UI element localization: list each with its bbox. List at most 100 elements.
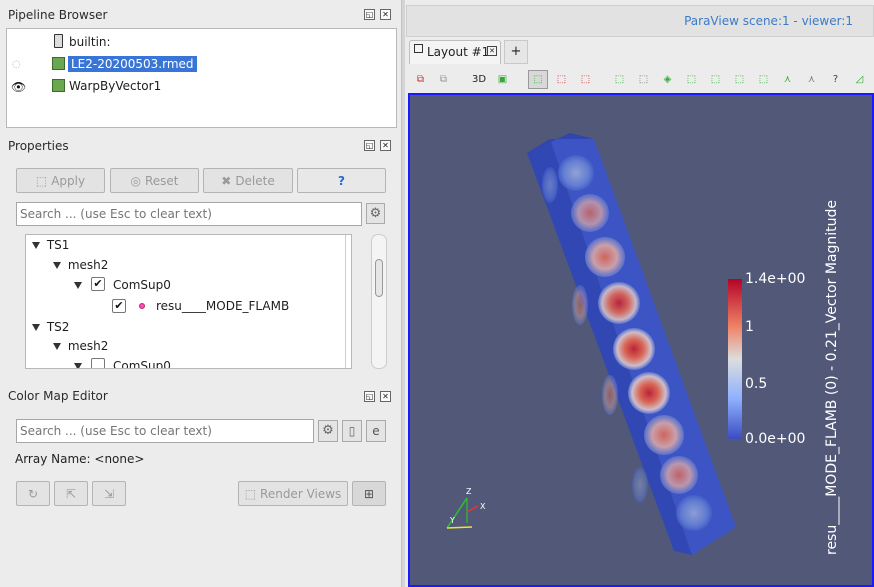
tree-item-comsup0-2[interactable]: ComSup0 — [113, 359, 171, 368]
select-block-icon[interactable]: ⬚ — [636, 72, 651, 87]
hover-points-icon[interactable]: ⬚ — [684, 72, 699, 87]
grow-selection-icon[interactable]: ⬚ — [708, 72, 723, 87]
auto-apply-icon[interactable]: ⊞ — [352, 481, 386, 506]
close-panel-icon[interactable]: ✕ — [380, 140, 391, 151]
delete-icon: ✖ — [221, 173, 232, 188]
open-folder-icon[interactable]: ⇲ — [92, 481, 126, 506]
render-views-button[interactable]: ⬚ Render Views — [238, 481, 348, 506]
close-panel-icon[interactable]: ✕ — [380, 391, 391, 402]
float-panel-icon[interactable]: ◱ — [364, 391, 375, 402]
tree-item-ts2[interactable]: TS2 — [47, 320, 70, 334]
render-views-label: Render Views — [260, 486, 342, 501]
pipeline-item-le2-rmed[interactable]: LE2-20200503.rmed — [68, 56, 197, 72]
eye-visible-icon[interactable]: 👁 — [11, 80, 26, 94]
hover-cells-icon[interactable]: ? — [828, 72, 843, 87]
restore-defaults-icon[interactable]: e — [366, 420, 386, 442]
properties-scrollbar[interactable] — [371, 234, 387, 369]
split-view-icon[interactable]: ⧉ — [413, 72, 428, 87]
render-canvas — [446, 133, 742, 555]
gear-icon[interactable]: ⚙ — [366, 203, 385, 224]
checkbox-comsup0[interactable]: ✔ — [91, 277, 105, 291]
axis-label-z: Z — [466, 487, 472, 496]
edit-icon[interactable]: ⇱ — [54, 481, 88, 506]
pipeline-item-builtin[interactable]: builtin: — [69, 35, 111, 49]
legend-title: resu____MODE_FLAMB (0) - 0.21_Vector Mag… — [824, 199, 840, 555]
expand-arrow-icon[interactable] — [53, 343, 61, 350]
interactive-select-icon[interactable]: ⬚ — [528, 70, 548, 89]
gear-icon[interactable]: ⚙ — [318, 420, 338, 442]
legend-tick-1: 1 — [745, 319, 754, 335]
axis-label-y: Y — [450, 516, 455, 525]
properties-tree: TS1 mesh2 ✔ ComSup0 ✔ resu____MODE_FLAMB… — [25, 234, 352, 369]
delete-label: Delete — [235, 173, 275, 188]
tree-item-mesh2[interactable]: mesh2 — [68, 258, 109, 272]
layout-icon — [414, 44, 423, 53]
source-cube-icon — [52, 57, 65, 70]
expand-arrow-icon[interactable] — [74, 363, 82, 368]
axis-label-x: X — [480, 502, 486, 511]
tree-item-mesh2-2[interactable]: mesh2 — [68, 339, 109, 353]
eye-hidden-icon[interactable]: ◌ — [12, 59, 21, 70]
color-legend-bar — [728, 279, 742, 439]
refresh-icon[interactable]: ↻ — [16, 481, 50, 506]
expand-arrow-icon[interactable] — [32, 242, 40, 249]
pipeline-item-warpbyvector[interactable]: WarpByVector1 — [69, 79, 161, 93]
checkbox-comsup0-2[interactable] — [91, 358, 105, 368]
pipeline-browser-title: Pipeline Browser — [8, 8, 108, 22]
select-points-icon[interactable]: ⬚ — [578, 72, 593, 87]
viewer-header: ParaView scene:1 - viewer:1 — [406, 5, 874, 37]
float-panel-icon[interactable]: ◱ — [364, 140, 375, 151]
tab-label: Layout #1 — [427, 45, 490, 59]
camera-capture-icon[interactable]: ▣ — [495, 72, 510, 87]
close-panel-icon[interactable]: ✕ — [380, 9, 391, 20]
server-icon — [54, 34, 63, 48]
reset-button[interactable]: ◎ Reset — [110, 168, 199, 193]
edit-ruler-icon[interactable]: ⋏ — [804, 72, 819, 87]
splitter[interactable] — [401, 0, 405, 587]
scene-title: ParaView scene:1 - viewer:1 — [684, 14, 853, 28]
point-data-icon — [139, 303, 145, 309]
toggle-3d-button[interactable]: 3D — [470, 72, 488, 87]
tab-layout-1[interactable]: Layout #1 ✕ — [409, 40, 501, 64]
filter-cube-icon — [52, 79, 65, 92]
reset-icon: ◎ — [130, 173, 141, 188]
reset-label: Reset — [144, 173, 179, 188]
expand-arrow-icon[interactable] — [53, 262, 61, 269]
apply-icon: ⬚ — [35, 173, 48, 188]
tree-divider — [345, 235, 346, 368]
colormap-search-input[interactable] — [16, 419, 314, 443]
properties-title: Properties — [8, 139, 69, 153]
shrink-selection-icon[interactable]: ⬚ — [732, 72, 747, 87]
checkbox-resu-mode-flamb[interactable]: ✔ — [112, 299, 126, 313]
render-icon: ⬚ — [244, 486, 257, 501]
tree-item-resu-mode-flamb[interactable]: resu____MODE_FLAMB — [156, 299, 289, 313]
scrollbar-handle[interactable] — [375, 259, 383, 297]
tree-item-comsup0[interactable]: ComSup0 — [113, 278, 171, 292]
apply-button[interactable]: ⬚ Apply — [16, 168, 105, 193]
select-frustum-icon[interactable]: ⬚ — [612, 72, 627, 87]
tree-item-ts1[interactable]: TS1 — [47, 238, 70, 252]
find-data-icon[interactable]: ⋏ — [780, 72, 795, 87]
legend-tick-min: 0.0e+00 — [745, 431, 806, 447]
split-view-v-icon[interactable]: ⧉ — [436, 72, 451, 87]
legend-tick-05: 0.5 — [745, 376, 768, 392]
expand-arrow-icon[interactable] — [32, 324, 40, 331]
expand-arrow-icon[interactable] — [74, 282, 82, 289]
select-cells-icon[interactable]: ⬚ — [554, 72, 569, 87]
pipeline-tree: builtin: ◌ LE2-20200503.rmed 👁 WarpByVec… — [6, 28, 397, 128]
close-tab-icon[interactable]: ✕ — [487, 46, 497, 56]
apply-label: Apply — [51, 173, 86, 188]
color-map-editor-title: Color Map Editor — [8, 389, 108, 403]
delete-button[interactable]: ✖ Delete — [203, 168, 293, 193]
add-tab-button[interactable]: + — [504, 40, 528, 64]
clear-selection-icon[interactable]: ⬚ — [756, 72, 771, 87]
render-view[interactable]: 1.4e+00 1 0.5 0.0e+00 resu____MODE_FLAMB… — [408, 93, 874, 587]
interactive-probe-icon[interactable]: ◿ — [852, 72, 867, 87]
legend-tick-max: 1.4e+00 — [745, 271, 806, 287]
select-polygon-icon[interactable]: ◈ — [660, 72, 675, 87]
save-preset-icon[interactable]: ▯ — [342, 420, 362, 442]
properties-search-input[interactable] — [16, 202, 362, 226]
help-button[interactable]: ? — [297, 168, 386, 193]
array-name-label: Array Name: <none> — [15, 452, 145, 466]
float-panel-icon[interactable]: ◱ — [364, 9, 375, 20]
